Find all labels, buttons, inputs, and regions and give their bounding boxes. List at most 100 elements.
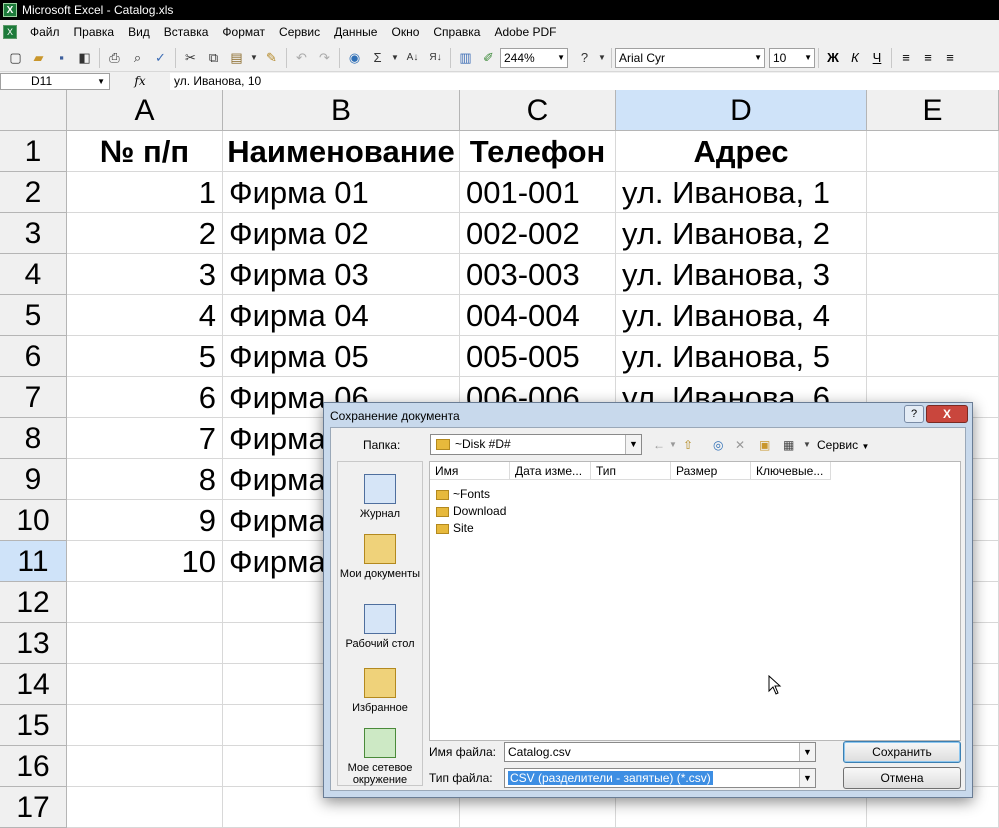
cell-address[interactable]: ул. Иванова, 5 xyxy=(616,336,867,377)
cell-empty[interactable] xyxy=(867,131,999,172)
cell-number[interactable]: 10 xyxy=(67,541,223,582)
row-header[interactable]: 1 xyxy=(0,131,67,172)
permission-icon[interactable]: ◧ xyxy=(74,47,95,68)
cell-phone[interactable]: 004-004 xyxy=(460,295,616,336)
file-item[interactable]: Site xyxy=(436,520,474,537)
search-web-icon[interactable]: ◎ xyxy=(713,436,723,454)
chevron-down-icon[interactable]: ▼ xyxy=(97,74,105,89)
help-dropdown-icon[interactable]: ▼ xyxy=(597,47,607,68)
cell-number[interactable]: 6 xyxy=(67,377,223,418)
row-header-selected[interactable]: 11 xyxy=(0,541,67,582)
formula-input[interactable]: ул. Иванова, 10 xyxy=(170,72,999,90)
print-icon[interactable]: ⎙ xyxy=(104,47,125,68)
align-right-icon[interactable]: ≡ xyxy=(939,47,961,68)
cell-number[interactable]: 3 xyxy=(67,254,223,295)
sort-descending-icon[interactable]: Я↓ xyxy=(425,47,446,68)
cell-empty[interactable] xyxy=(67,746,223,787)
row-header[interactable]: 13 xyxy=(0,623,67,664)
row-header[interactable]: 15 xyxy=(0,705,67,746)
place-history[interactable]: Журнал xyxy=(338,474,422,520)
cell-name[interactable]: Фирма 02 xyxy=(223,213,460,254)
select-all-corner[interactable] xyxy=(0,90,67,131)
align-left-icon[interactable]: ≡ xyxy=(895,47,917,68)
cell-name[interactable]: Фирма 03 xyxy=(223,254,460,295)
cell-number[interactable]: 5 xyxy=(67,336,223,377)
delete-icon[interactable]: ✕ xyxy=(735,436,745,454)
menu-insert[interactable]: Вставка xyxy=(157,21,216,43)
cell-address[interactable]: ул. Иванова, 3 xyxy=(616,254,867,295)
up-folder-icon[interactable]: ⇧ xyxy=(683,436,693,454)
excel-app-icon[interactable]: X xyxy=(3,3,17,17)
column-size[interactable]: Размер xyxy=(671,462,751,480)
cell-phone[interactable]: 003-003 xyxy=(460,254,616,295)
print-preview-icon[interactable]: ⌕ xyxy=(127,47,148,68)
column-header-c[interactable]: C xyxy=(460,90,616,131)
row-header[interactable]: 6 xyxy=(0,336,67,377)
open-icon[interactable]: ▰ xyxy=(28,47,49,68)
save-icon[interactable]: ▪ xyxy=(51,47,72,68)
cell-name[interactable]: Фирма 01 xyxy=(223,172,460,213)
bold-icon[interactable]: Ж xyxy=(822,47,844,68)
row-header[interactable]: 14 xyxy=(0,664,67,705)
row-header[interactable]: 2 xyxy=(0,172,67,213)
align-center-icon[interactable]: ≡ xyxy=(917,47,939,68)
column-header-a[interactable]: A xyxy=(67,90,223,131)
row-header[interactable]: 3 xyxy=(0,213,67,254)
close-button[interactable]: X xyxy=(926,405,968,423)
menu-data[interactable]: Данные xyxy=(327,21,384,43)
cell-number[interactable]: 4 xyxy=(67,295,223,336)
column-header-e[interactable]: E xyxy=(867,90,999,131)
menu-format[interactable]: Формат xyxy=(215,21,272,43)
chevron-down-icon[interactable]: ▼ xyxy=(804,49,812,67)
cell-number[interactable]: 8 xyxy=(67,459,223,500)
row-header[interactable]: 17 xyxy=(0,787,67,828)
help-button[interactable]: ? xyxy=(904,405,924,423)
save-button[interactable]: Сохранить xyxy=(843,741,961,763)
column-header-b[interactable]: B xyxy=(223,90,460,131)
autosum-icon[interactable]: Σ xyxy=(367,47,388,68)
menu-edit[interactable]: Правка xyxy=(67,21,122,43)
cell-address[interactable]: ул. Иванова, 1 xyxy=(616,172,867,213)
cell-empty[interactable] xyxy=(867,295,999,336)
cell-phone[interactable]: 002-002 xyxy=(460,213,616,254)
cell-header-address[interactable]: Адрес xyxy=(616,131,867,172)
menu-help[interactable]: Справка xyxy=(426,21,487,43)
new-folder-icon[interactable]: ▣ xyxy=(759,436,770,454)
row-header[interactable]: 16 xyxy=(0,746,67,787)
spelling-icon[interactable]: ✓ xyxy=(150,47,171,68)
cell-empty[interactable] xyxy=(867,213,999,254)
place-desktop[interactable]: Рабочий стол xyxy=(338,604,422,650)
chevron-down-icon[interactable]: ▼ xyxy=(754,49,762,67)
row-header[interactable]: 5 xyxy=(0,295,67,336)
menu-window[interactable]: Окно xyxy=(384,21,426,43)
back-icon[interactable]: ← xyxy=(653,436,665,454)
menu-adobe-pdf[interactable]: Adobe PDF xyxy=(487,21,563,43)
cancel-button[interactable]: Отмена xyxy=(843,767,961,789)
column-date[interactable]: Дата изме... xyxy=(510,462,591,480)
chevron-down-icon[interactable]: ▼ xyxy=(799,769,815,787)
help-icon[interactable]: ? xyxy=(574,47,595,68)
hyperlink-icon[interactable]: ◉ xyxy=(344,47,365,68)
row-header[interactable]: 12 xyxy=(0,582,67,623)
chevron-down-icon[interactable]: ▼ xyxy=(625,435,641,454)
cell-empty[interactable] xyxy=(67,664,223,705)
redo-icon[interactable]: ↷ xyxy=(314,47,335,68)
undo-icon[interactable]: ↶ xyxy=(291,47,312,68)
place-my-documents[interactable]: Мои документы xyxy=(338,534,422,580)
row-header[interactable]: 10 xyxy=(0,500,67,541)
cell-address[interactable]: ул. Иванова, 4 xyxy=(616,295,867,336)
row-header[interactable]: 7 xyxy=(0,377,67,418)
cell-number[interactable]: 9 xyxy=(67,500,223,541)
column-type[interactable]: Тип xyxy=(591,462,671,480)
folder-combo[interactable]: ~Disk #D# ▼ xyxy=(430,434,642,455)
cell-number[interactable]: 2 xyxy=(67,213,223,254)
cell-name[interactable]: Фирма 04 xyxy=(223,295,460,336)
column-name[interactable]: Имя xyxy=(430,462,510,480)
cell-phone[interactable]: 001-001 xyxy=(460,172,616,213)
paste-dropdown-icon[interactable]: ▼ xyxy=(249,47,259,68)
row-header[interactable]: 4 xyxy=(0,254,67,295)
menu-view[interactable]: Вид xyxy=(121,21,157,43)
name-box[interactable]: D11 ▼ xyxy=(0,72,110,90)
sort-ascending-icon[interactable]: A↓ xyxy=(402,47,423,68)
chevron-down-icon[interactable]: ▼ xyxy=(557,49,565,67)
